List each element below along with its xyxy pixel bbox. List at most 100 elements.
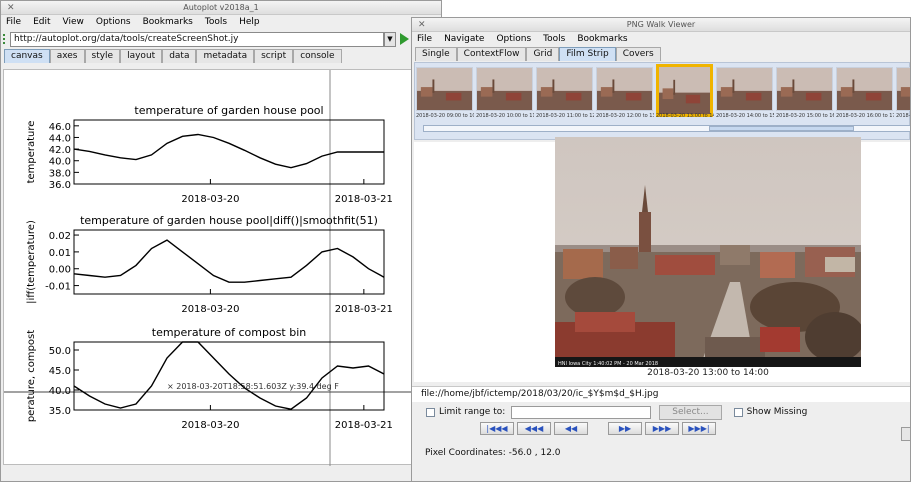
autoplot-tabs: canvas axes style layout data metadata s… — [4, 49, 441, 63]
limit-range-label: Limit range to: — [439, 407, 506, 417]
thumbnail-label: 2018-03-20 12:00 to 13:00 — [596, 113, 654, 119]
film-strip-thumbnail[interactable] — [476, 67, 533, 111]
plot-canvas[interactable]: × 2018-03-20T18:58:51.603Z y:39.4 deg F … — [3, 69, 441, 466]
thumbnail-photo — [897, 68, 910, 110]
scrollbar-thumb[interactable] — [709, 126, 854, 131]
y-tick-label: -0.01 — [45, 282, 71, 293]
close-icon[interactable]: ✕ — [418, 18, 426, 32]
film-strip-thumbnail[interactable] — [896, 67, 910, 111]
menu-tools[interactable]: Tools — [537, 32, 571, 47]
y-tick-label: 0.01 — [49, 248, 71, 259]
menu-view[interactable]: View — [57, 15, 90, 30]
skip-back-button[interactable]: ◀◀◀ — [517, 422, 551, 435]
thumbnail-label: 2018-03-20 10:00 to 11:00 — [476, 113, 534, 119]
pngwalk-window: ✕ PNG Walk Viewer File Navigate Options … — [411, 17, 911, 482]
tab-script[interactable]: script — [254, 49, 294, 63]
prev-button[interactable]: ◀◀ — [554, 422, 588, 435]
jump-last-button[interactable]: ▶▶▶| — [682, 422, 716, 435]
pngwalk-title: PNG Walk Viewer — [626, 20, 696, 29]
menu-navigate[interactable]: Navigate — [438, 32, 490, 47]
tab-style[interactable]: style — [84, 49, 121, 63]
film-strip-thumbnail[interactable] — [716, 67, 773, 111]
pngwalk-menubar: File Navigate Options Tools Bookmarks — [412, 32, 910, 47]
tab-contextflow[interactable]: ContextFlow — [456, 47, 527, 61]
menu-help[interactable]: Help — [233, 15, 266, 30]
thumbnail-photo — [417, 68, 472, 110]
thumbnail-photo — [537, 68, 592, 110]
y-tick-label: 35.0 — [49, 406, 71, 417]
pngwalk-titlebar[interactable]: ✕ PNG Walk Viewer — [412, 18, 910, 32]
limit-range-input[interactable] — [511, 405, 652, 419]
chevron-down-icon[interactable]: ▼ — [384, 32, 396, 47]
thumbnail-label: 2018-03-20 14:00 to 15:00 — [716, 113, 774, 119]
tab-data[interactable]: data — [162, 49, 197, 63]
address-bar: http://autoplot.org/data/tools/createScr… — [1, 30, 441, 49]
menu-edit[interactable]: Edit — [27, 15, 56, 30]
menu-tools[interactable]: Tools — [199, 15, 233, 30]
menu-file[interactable]: File — [412, 32, 438, 47]
show-missing-checkbox[interactable] — [733, 407, 743, 417]
chart-title: temperature of compost bin — [152, 326, 307, 339]
y-tick-label: 44.0 — [49, 133, 71, 144]
next-button[interactable]: ▶▶ — [608, 422, 642, 435]
y-tick-label: 38.0 — [49, 168, 71, 179]
film-strip-thumbnail[interactable] — [656, 64, 713, 117]
x-tick-label: 2018-03-20 — [181, 420, 239, 431]
film-strip-thumbnail[interactable] — [596, 67, 653, 111]
film-strip-thumbnail[interactable] — [416, 67, 473, 111]
thumbnail-label: 2018-03-20 17:00 to 18:00 — [896, 113, 911, 119]
jump-first-button[interactable]: |◀◀◀ — [480, 422, 514, 435]
y-axis-label: temperature — [26, 121, 37, 184]
nav-forward-group: ▶▶ ▶▶▶ ▶▶▶| — [608, 422, 719, 436]
tab-single[interactable]: Single — [415, 47, 457, 61]
y-tick-label: 46.0 — [49, 122, 71, 133]
thumbnail-label: 2018-03-20 15:00 to 16:00 — [776, 113, 834, 119]
drag-handle-icon[interactable] — [3, 34, 8, 44]
series-line — [73, 341, 385, 410]
play-icon[interactable] — [400, 33, 409, 45]
tab-axes[interactable]: axes — [49, 49, 85, 63]
thumbnail-label: 2018-03-20 11:00 to 12:00 — [536, 113, 594, 119]
tab-console[interactable]: console — [293, 49, 342, 63]
film-strip-thumbnail[interactable] — [536, 67, 593, 111]
menu-bookmarks[interactable]: Bookmarks — [137, 15, 199, 30]
film-strip-scrollbar[interactable] — [423, 125, 910, 132]
autoplot-titlebar[interactable]: ✕ Autoplot v2018a_1 — [1, 1, 441, 15]
x-tick-label: 2018-03-21 — [335, 194, 393, 205]
y-tick-label: 0.00 — [49, 265, 71, 276]
y-tick-label: 36.0 — [49, 180, 71, 191]
y-tick-label: 40.0 — [49, 386, 71, 397]
thumbnail-label: 2018-03-20 16:00 to 17:00 — [836, 113, 894, 119]
tab-layout[interactable]: layout — [120, 49, 163, 63]
city-photo: HNI Iowa City 1:40:02 PM - 20 Mar 2018 — [555, 137, 861, 367]
tab-grid[interactable]: Grid — [526, 47, 560, 61]
select-button[interactable]: Select... — [659, 404, 722, 420]
limit-range-checkbox[interactable] — [426, 407, 435, 417]
menu-file[interactable]: File — [1, 15, 27, 30]
menu-options[interactable]: Options — [90, 15, 137, 30]
plots-svg: × 2018-03-20T18:58:51.603Z y:39.4 deg F … — [4, 70, 441, 466]
skip-forward-button[interactable]: ▶▶▶ — [645, 422, 679, 435]
close-icon[interactable]: ✕ — [7, 1, 15, 15]
side-toggle-button[interactable] — [901, 427, 910, 441]
thumbnail-photo — [717, 68, 772, 110]
tab-covers[interactable]: Covers — [615, 47, 661, 61]
film-strip-thumbnail[interactable] — [776, 67, 833, 111]
tab-metadata[interactable]: metadata — [196, 49, 255, 63]
image-caption: 2018-03-20 13:00 to 14:00 — [647, 368, 769, 378]
tab-canvas[interactable]: canvas — [4, 49, 50, 63]
x-tick-label: 2018-03-20 — [181, 304, 239, 315]
url-input[interactable]: http://autoplot.org/data/tools/createScr… — [10, 32, 384, 47]
y-tick-label: 45.0 — [49, 366, 71, 377]
image-viewer[interactable]: HNI Iowa City 1:40:02 PM - 20 Mar 2018 2… — [414, 137, 910, 382]
menu-options[interactable]: Options — [490, 32, 537, 47]
film-strip-thumbnail[interactable] — [836, 67, 893, 111]
thumbnail-photo — [659, 67, 710, 114]
y-tick-label: 42.0 — [49, 145, 71, 156]
film-strip[interactable]: 2018-03-20 09:00 to 10:002018-03-20 10:0… — [414, 62, 910, 140]
tab-film-strip[interactable]: Film Strip — [559, 47, 616, 61]
chart-title: temperature of garden house pool — [134, 104, 323, 117]
y-tick-label: 0.02 — [49, 231, 71, 242]
plot-frame — [73, 229, 385, 295]
menu-bookmarks[interactable]: Bookmarks — [571, 32, 633, 47]
